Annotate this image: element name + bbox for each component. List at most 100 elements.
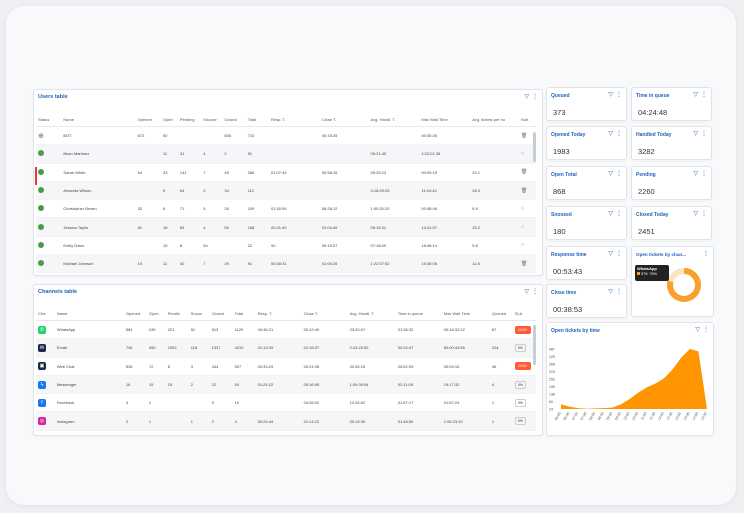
more-icon[interactable]: ⋮: [616, 289, 622, 295]
users-column-header[interactable]: Noti.: [518, 112, 536, 127]
channels-column-header[interactable]: Snooz: [188, 306, 210, 321]
channels-column-header[interactable]: Time in queue: [395, 306, 442, 321]
users-scrollbar[interactable]: [533, 132, 536, 162]
channels-column-header[interactable]: Closed: [209, 306, 233, 321]
filter-icon[interactable]: ▽: [608, 289, 613, 295]
users-column-header[interactable]: Close T.: [319, 112, 369, 127]
channels-table-row[interactable]: ▣ Web Chat 526 72 8 3 444 527 00:33:29 00:24:35 02…: [36, 357, 536, 376]
more-icon[interactable]: ⋮: [701, 171, 707, 177]
channels-column-header[interactable]: Close T.: [301, 306, 348, 321]
filter-icon[interactable]: ▽: [524, 94, 529, 100]
metric-card[interactable]: Closed Today 2451 ▽ ⋮: [631, 206, 712, 240]
channels-column-header[interactable]: Avg. Handl. T.: [347, 306, 396, 321]
users-table-row[interactable]: Jessica Taylor 61 18 83 4 59 168 00:41:40 01:04:…: [36, 217, 536, 237]
users-column-header[interactable]: Max Wait Time: [419, 112, 471, 127]
users-cell-avgt: 5.6: [470, 236, 519, 256]
channels-table-row[interactable]: ϟ Messenger 16 15 15 2 22 54 01:24:22 00:16:59 1:0…: [36, 375, 536, 395]
channels-table-row[interactable]: ✆ WhatsApp 581 249 221 51 513 1129 00:46:21 00:19…: [36, 320, 536, 340]
more-icon[interactable]: ⋮: [532, 289, 538, 295]
more-icon[interactable]: ⋮: [532, 94, 538, 100]
metric-card[interactable]: Handled Today 3282 ▽ ⋮: [631, 126, 712, 160]
channels-cell-total: 10: [232, 393, 256, 413]
users-table-row[interactable]: Michael Johnson 19 11 40 7 29 91 00:38:31 01:00:…: [36, 254, 536, 274]
users-column-header[interactable]: Opened: [135, 112, 161, 127]
channels-column-header[interactable]: Name: [54, 306, 124, 321]
channels-cell-resp: 00:24:44: [255, 411, 302, 431]
users-cell-total: 112: [245, 181, 269, 201]
channels-column-header[interactable]: Opened: [123, 306, 147, 321]
more-icon[interactable]: ⋮: [616, 251, 622, 257]
more-icon[interactable]: ⋮: [701, 92, 707, 98]
users-table-row[interactable]: ⊕ BOT 672 50 655 710 00:15:25 00:30:26 🗑: [36, 126, 536, 146]
users-column-header[interactable]: Resp. T.: [268, 112, 320, 127]
metric-card[interactable]: Opened Today 1983 ▽ ⋮: [546, 126, 627, 160]
filter-icon[interactable]: ▽: [693, 171, 698, 177]
users-column-header[interactable]: Avg. Handl. T.: [368, 112, 420, 127]
users-column-header[interactable]: Snooze: [201, 112, 223, 127]
metric-card[interactable]: Snoozed 180 ▽ ⋮: [546, 206, 627, 240]
filter-icon[interactable]: ▽: [608, 131, 613, 137]
chat-icon[interactable]: ○: [521, 151, 524, 157]
filter-icon[interactable]: ▽: [695, 327, 700, 333]
channels-column-header[interactable]: Cha: [36, 306, 55, 321]
trash-icon[interactable]: 🗑: [521, 188, 527, 194]
users-column-header[interactable]: Total: [245, 112, 269, 127]
trash-icon[interactable]: 🗑: [521, 169, 527, 175]
trash-icon[interactable]: 🗑: [521, 261, 527, 267]
filter-icon[interactable]: ▽: [608, 171, 613, 177]
filter-icon[interactable]: ▽: [524, 289, 529, 295]
more-icon[interactable]: ⋮: [616, 92, 622, 98]
users-table-row[interactable]: Sarah White 64 33 141 7 49 266 01:07:44 00:58:19…: [36, 163, 536, 182]
more-icon[interactable]: ⋮: [616, 171, 622, 177]
chat-icon[interactable]: ○: [521, 206, 524, 212]
users-table-row[interactable]: Amanda Wilson 9 64 2 34 112 3:18:29:25 11:04:44…: [36, 181, 536, 201]
metric-card[interactable]: Queued 373 ▽ ⋮: [546, 87, 627, 121]
channels-cell-open: 490: [146, 338, 166, 358]
users-column-header[interactable]: Open: [160, 112, 178, 127]
chat-icon[interactable]: ○: [521, 242, 524, 248]
more-icon[interactable]: ⋮: [616, 211, 622, 217]
users-table-row[interactable]: Emily Davis 15 8 54 22 92 00:15:07 07:18:00 18:4…: [36, 236, 536, 256]
channels-column-header[interactable]: Pendin: [165, 306, 189, 321]
area-series[interactable]: [561, 349, 707, 409]
channels-table-row[interactable]: f Facebook 3 1 9 10 04:26:02 12:04:02 01:57:17 01…: [36, 393, 536, 413]
channels-column-header[interactable]: Total: [232, 306, 256, 321]
filter-icon[interactable]: ▽: [608, 92, 613, 98]
channels-column-header[interactable]: Queued: [489, 306, 513, 321]
metric-card[interactable]: Pending 2260 ▽ ⋮: [631, 166, 712, 200]
channels-column-header[interactable]: Max Wait Time: [441, 306, 490, 321]
metric-card[interactable]: Time in queue 04:24:48 ▽ ⋮: [631, 87, 712, 121]
filter-icon[interactable]: ▽: [608, 251, 613, 257]
more-icon[interactable]: ⋮: [616, 131, 622, 137]
users-cell-pending: 8: [177, 236, 202, 256]
more-icon[interactable]: ⋮: [701, 211, 707, 217]
channels-table-row[interactable]: ✉ Email 746 490 1992 118 1337 4312 01:13:39 01:16…: [36, 338, 536, 358]
users-column-header[interactable]: Avg. tickets per ho: [470, 112, 519, 127]
filter-icon[interactable]: ▽: [693, 131, 698, 137]
users-column-header[interactable]: Status: [36, 112, 62, 127]
channels-column-header[interactable]: Open: [146, 306, 166, 321]
channels-table-row[interactable]: ◎ Instagram 2 1 1 2 4 00:24:44 01:14:22 00:13:30 0…: [36, 411, 536, 431]
filter-icon[interactable]: ▽: [608, 211, 613, 217]
globe-icon: ⊕: [38, 132, 44, 140]
channels-scrollbar[interactable]: [533, 325, 536, 365]
tickets-area-chart[interactable]: 487 425 368 310 253 195 138 80 2306:00 06:30 07:00…: [547, 335, 713, 435]
channels-column-header[interactable]: Resp. T.: [255, 306, 302, 321]
chat-icon[interactable]: ○: [521, 224, 524, 230]
more-icon[interactable]: ⋮: [703, 327, 709, 333]
trash-icon[interactable]: 🗑: [521, 133, 527, 139]
users-column-header[interactable]: Pending: [177, 112, 202, 127]
filter-icon[interactable]: ▽: [693, 211, 698, 217]
metric-card[interactable]: Open Total 868 ▽ ⋮: [546, 166, 627, 200]
channels-column-header[interactable]: SLA: [512, 306, 536, 321]
metric-card[interactable]: Response time 00:53:43 ▽ ⋮: [546, 246, 627, 280]
online-status-icon: [38, 150, 44, 157]
users-table-row[interactable]: Brian Martinez 11 31 4 2 51 06:21:45 4:22:01:36…: [36, 144, 536, 164]
more-icon[interactable]: ⋮: [701, 131, 707, 137]
users-column-header[interactable]: Name: [61, 112, 136, 127]
users-column-header[interactable]: Closed: [222, 112, 246, 127]
filter-icon[interactable]: ▽: [693, 92, 698, 98]
users-cell-resp: 92: [268, 236, 320, 256]
metric-card[interactable]: Close time 00:38:53 ▽ ⋮: [546, 284, 627, 318]
users-table-row[interactable]: Christopher Brown 33 6 71 5 26 109 01:30:54 08:2…: [36, 199, 536, 219]
